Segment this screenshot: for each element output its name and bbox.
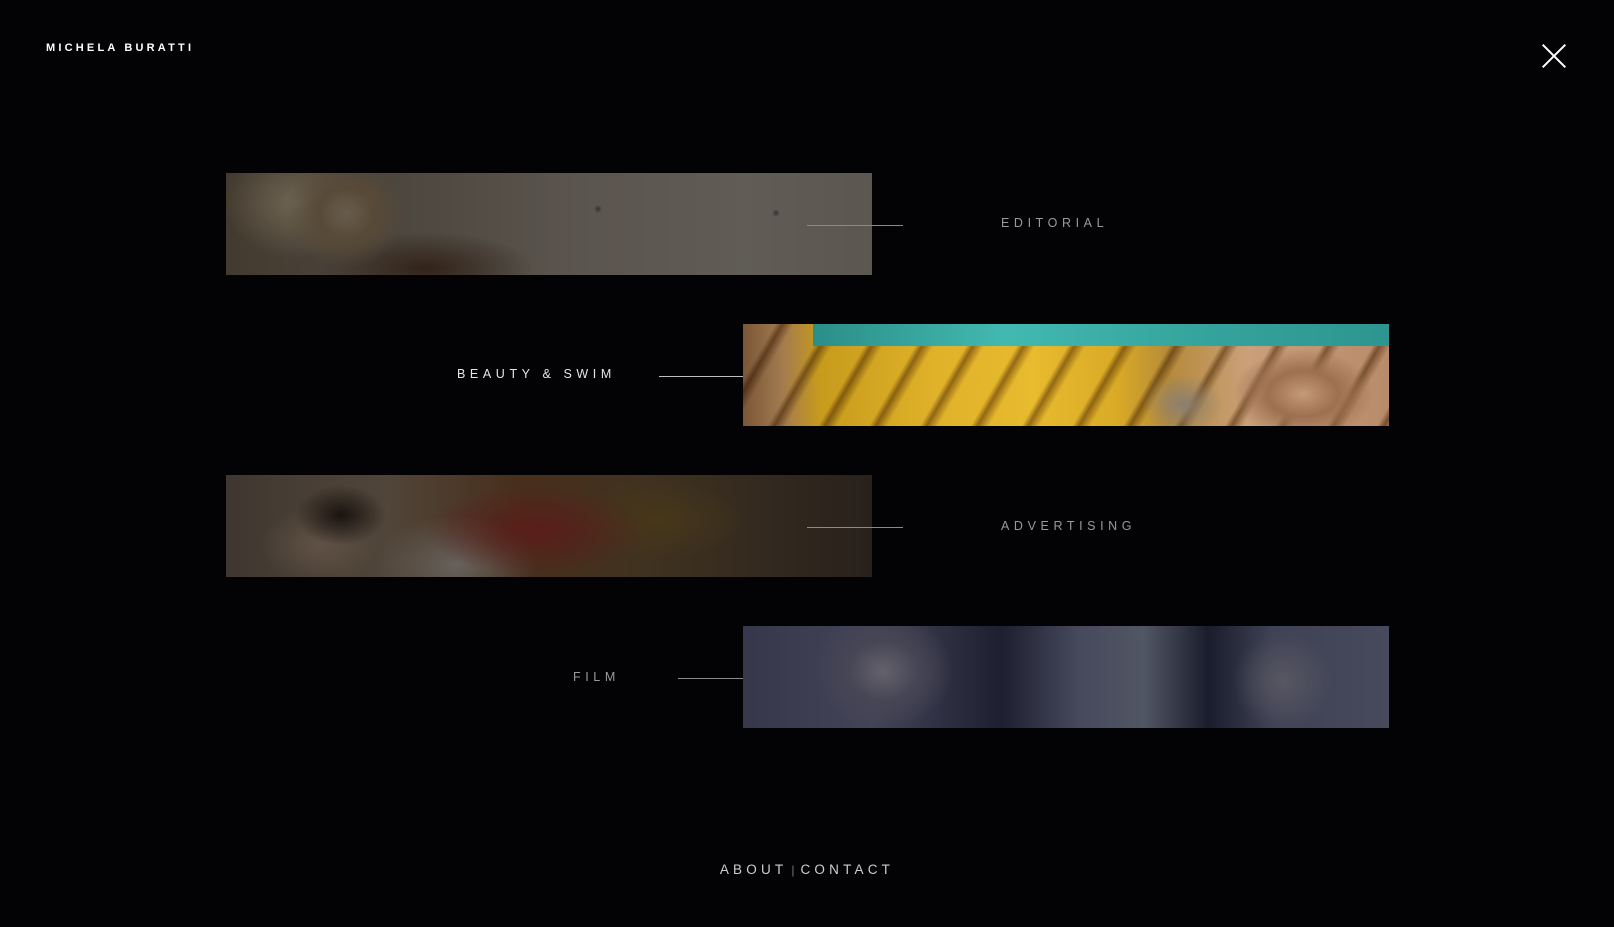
contact-link[interactable]: CONTACT bbox=[800, 862, 894, 877]
advertising-thumbnail[interactable] bbox=[226, 475, 872, 577]
menu-overlay: MICHELA BURATTI EDITORIAL BEAUTY & SWIM … bbox=[0, 0, 1614, 927]
footer-separator: | bbox=[791, 863, 795, 877]
editorial-thumbnail[interactable] bbox=[226, 173, 872, 275]
close-icon[interactable] bbox=[1540, 42, 1568, 70]
advertising-connector-line bbox=[807, 527, 903, 528]
image-overlay bbox=[743, 626, 1389, 728]
film-thumbnail[interactable] bbox=[743, 626, 1389, 728]
menu-item-advertising[interactable]: ADVERTISING bbox=[1001, 519, 1136, 533]
editorial-connector-line bbox=[807, 225, 903, 226]
image-overlay bbox=[226, 475, 872, 577]
beauty-swim-connector-line bbox=[659, 376, 755, 377]
menu-item-film[interactable]: FILM bbox=[573, 670, 620, 684]
image-overlay bbox=[226, 173, 872, 275]
about-link[interactable]: ABOUT bbox=[720, 862, 788, 877]
menu-item-beauty-swim[interactable]: BEAUTY & SWIM bbox=[457, 367, 616, 381]
footer-nav: ABOUT | CONTACT bbox=[0, 862, 1614, 877]
menu-item-editorial[interactable]: EDITORIAL bbox=[1001, 216, 1108, 230]
beauty-swim-thumbnail[interactable] bbox=[743, 324, 1389, 426]
image-overlay bbox=[743, 324, 1389, 426]
brand-logo[interactable]: MICHELA BURATTI bbox=[46, 42, 194, 54]
